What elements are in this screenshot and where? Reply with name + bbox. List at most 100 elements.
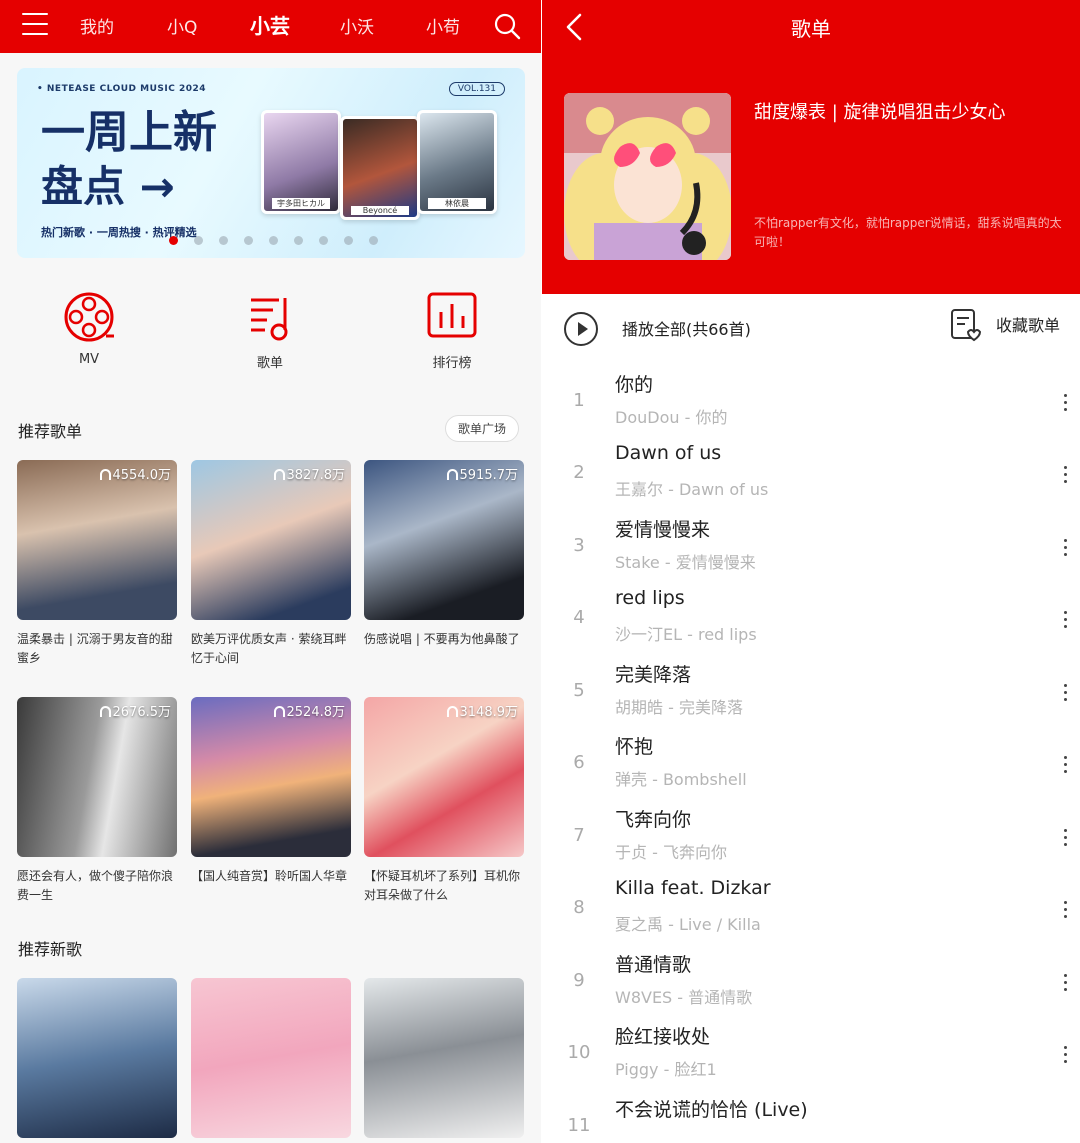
playlist-card[interactable]: 3148.9万 【怀疑耳机坏了系列】耳机你对耳朵做了什么 bbox=[364, 697, 524, 905]
carousel-dot[interactable] bbox=[169, 236, 178, 245]
more-options-icon[interactable] bbox=[1058, 825, 1072, 853]
song-title: Killa feat. Dizkar bbox=[615, 877, 771, 899]
collect-playlist-button[interactable]: 收藏歌单 bbox=[996, 312, 1060, 336]
section-title-new-songs: 推荐新歌 bbox=[18, 940, 83, 959]
playlist-cover: 4554.0万 bbox=[17, 460, 177, 620]
promo-banner[interactable]: • NETEASE CLOUD MUSIC 2024 VOL.131 一周上新 … bbox=[17, 68, 525, 258]
playlist-card[interactable]: 5915.7万 伤感说唱 | 不要再为他鼻酸了 bbox=[364, 460, 524, 649]
tab-xiaowo[interactable]: 小沃 bbox=[340, 13, 374, 38]
song-title: 脸红接收处 bbox=[615, 1026, 711, 1048]
play-count: 3827.8万 bbox=[273, 464, 345, 483]
headphone-icon bbox=[273, 469, 285, 480]
song-artist: Stake - 爱情慢慢来 bbox=[615, 553, 756, 572]
more-options-icon[interactable] bbox=[1058, 535, 1072, 563]
more-options-icon[interactable] bbox=[1058, 607, 1072, 635]
song-artist: 于贞 - 飞奔向你 bbox=[615, 843, 727, 862]
song-artist: 沙一汀EL - red lips bbox=[615, 625, 757, 644]
playlist-card[interactable]: 2676.5万 愿还会有人，做个傻子陪你浪费一生 bbox=[17, 697, 177, 905]
carousel-dot[interactable] bbox=[294, 236, 303, 245]
play-count: 3148.9万 bbox=[446, 701, 518, 720]
headphone-icon bbox=[273, 706, 285, 717]
carousel-dot[interactable] bbox=[269, 236, 278, 245]
shortcut-mv[interactable]: MV bbox=[49, 290, 129, 367]
song-row[interactable]: 8 Killa feat. Dizkar 夏之禹 - Live / Killa bbox=[542, 877, 1080, 949]
play-count: 2524.8万 bbox=[273, 701, 345, 720]
playlist-description[interactable]: 不怕rapper有文化，就怕rapper说情话，甜系说唱真的太可啦！ bbox=[754, 214, 1070, 252]
carousel-dot[interactable] bbox=[344, 236, 353, 245]
banner-artist-card: Beyoncé bbox=[340, 116, 420, 220]
top-nav-bar: 我的 小Q 小芸 小沃 小苟 bbox=[0, 0, 541, 53]
song-title: 不会说谎的恰恰 (Live) bbox=[615, 1099, 808, 1121]
playlist-card[interactable]: 4554.0万 温柔暴击 | 沉溺于男友音的甜蜜乡 bbox=[17, 460, 177, 668]
playlist-cover: 2676.5万 bbox=[17, 697, 177, 857]
play-count: 4554.0万 bbox=[99, 464, 171, 483]
shortcut-playlist[interactable]: 歌单 bbox=[230, 290, 310, 371]
song-row[interactable]: 4 red lips 沙一汀EL - red lips bbox=[542, 587, 1080, 659]
new-song-cover[interactable] bbox=[191, 978, 351, 1138]
banner-artist-card: 林依晨 bbox=[417, 110, 497, 214]
search-icon[interactable] bbox=[492, 11, 522, 41]
playlist-card[interactable]: 3827.8万 欧美万评优质女声 · 萦绕耳畔忆于心间 bbox=[191, 460, 351, 668]
playlist-cover: 5915.7万 bbox=[364, 460, 524, 620]
song-title: 你的 bbox=[615, 374, 654, 396]
song-row[interactable]: 9 普通情歌 W8VES - 普通情歌 bbox=[542, 950, 1080, 1022]
song-row[interactable]: 11 不会说谎的恰恰 (Live) bbox=[542, 1095, 1080, 1143]
more-options-icon[interactable] bbox=[1058, 680, 1072, 708]
more-options-icon[interactable] bbox=[1058, 970, 1072, 998]
song-row[interactable]: 10 脸红接收处 Piggy - 脸红1 bbox=[542, 1022, 1080, 1094]
song-row[interactable]: 1 你的 DouDou - 你的 bbox=[542, 370, 1080, 442]
home-screen: 我的 小Q 小芸 小沃 小苟 • NETEASE CLOUD MUSIC 202… bbox=[0, 0, 541, 1143]
song-number: 5 bbox=[573, 680, 585, 701]
banner-top-text: • NETEASE CLOUD MUSIC 2024 bbox=[37, 84, 207, 94]
shortcut-charts[interactable]: 排行榜 bbox=[412, 290, 492, 371]
song-number: 8 bbox=[573, 897, 585, 918]
carousel-dot[interactable] bbox=[244, 236, 253, 245]
menu-icon[interactable] bbox=[22, 13, 48, 37]
more-options-icon[interactable] bbox=[1058, 390, 1072, 418]
banner-artist-card: 宇多田ヒカル bbox=[261, 110, 341, 214]
song-number: 1 bbox=[573, 390, 585, 411]
song-artist: Piggy - 脸红1 bbox=[615, 1060, 717, 1079]
playlist-square-button[interactable]: 歌单广场 bbox=[445, 415, 520, 442]
song-row[interactable]: 6 怀抱 弹壳 - Bombshell bbox=[542, 732, 1080, 804]
tab-xiaogou[interactable]: 小苟 bbox=[426, 13, 460, 38]
carousel-dot[interactable] bbox=[319, 236, 328, 245]
play-all-button[interactable]: 播放全部(共66首) bbox=[622, 316, 751, 340]
playlist-title: 温柔暴击 | 沉溺于男友音的甜蜜乡 bbox=[17, 632, 173, 665]
shortcut-label: MV bbox=[78, 352, 100, 367]
carousel-dot[interactable] bbox=[219, 236, 228, 245]
banner-headline: 一周上新 bbox=[41, 107, 217, 158]
more-options-icon[interactable] bbox=[1058, 1042, 1072, 1070]
more-options-icon[interactable] bbox=[1058, 752, 1072, 780]
playlist-title: 愿还会有人，做个傻子陪你浪费一生 bbox=[17, 869, 174, 902]
song-row[interactable]: 7 飞奔向你 于贞 - 飞奔向你 bbox=[542, 805, 1080, 877]
song-row[interactable]: 5 完美降落 胡期皓 - 完美降落 bbox=[542, 660, 1080, 732]
song-row[interactable]: 3 爱情慢慢来 Stake - 爱情慢慢来 bbox=[542, 515, 1080, 587]
song-artist: 夏之禹 - Live / Killa bbox=[615, 915, 761, 934]
playlist-cover bbox=[564, 93, 731, 260]
playlist-title: 欧美万评优质女声 · 萦绕耳畔忆于心间 bbox=[191, 632, 347, 665]
playlist-cover: 3827.8万 bbox=[191, 460, 351, 620]
song-number: 4 bbox=[573, 607, 585, 628]
collect-playlist-icon[interactable] bbox=[950, 308, 982, 342]
tab-mine[interactable]: 我的 bbox=[80, 13, 114, 38]
carousel-dot[interactable] bbox=[369, 236, 378, 245]
more-options-icon[interactable] bbox=[1058, 462, 1072, 490]
new-song-cover[interactable] bbox=[364, 978, 524, 1138]
section-title-recommended-playlists: 推荐歌单 bbox=[18, 422, 83, 441]
play-circle-icon[interactable] bbox=[564, 312, 598, 346]
song-artist: 胡期皓 - 完美降落 bbox=[615, 698, 743, 717]
playlist-card[interactable]: 2524.8万 【国人纯音赏】聆听国人华章 bbox=[191, 697, 351, 886]
carousel-dot[interactable] bbox=[194, 236, 203, 245]
banner-headline-2: 盘点 → bbox=[41, 162, 175, 211]
chart-icon bbox=[427, 292, 477, 338]
more-options-icon[interactable] bbox=[1058, 897, 1072, 925]
new-song-cover[interactable] bbox=[17, 978, 177, 1138]
banner-volume: VOL.131 bbox=[448, 82, 505, 96]
playlist-cover: 3148.9万 bbox=[364, 697, 524, 857]
song-number: 3 bbox=[573, 535, 585, 556]
tab-xiaoq[interactable]: 小Q bbox=[167, 13, 197, 38]
tab-xiaoyun[interactable]: 小芸 bbox=[250, 10, 290, 39]
song-row[interactable]: 2 Dawn of us 王嘉尔 - Dawn of us bbox=[542, 442, 1080, 514]
song-title: Dawn of us bbox=[615, 442, 722, 464]
